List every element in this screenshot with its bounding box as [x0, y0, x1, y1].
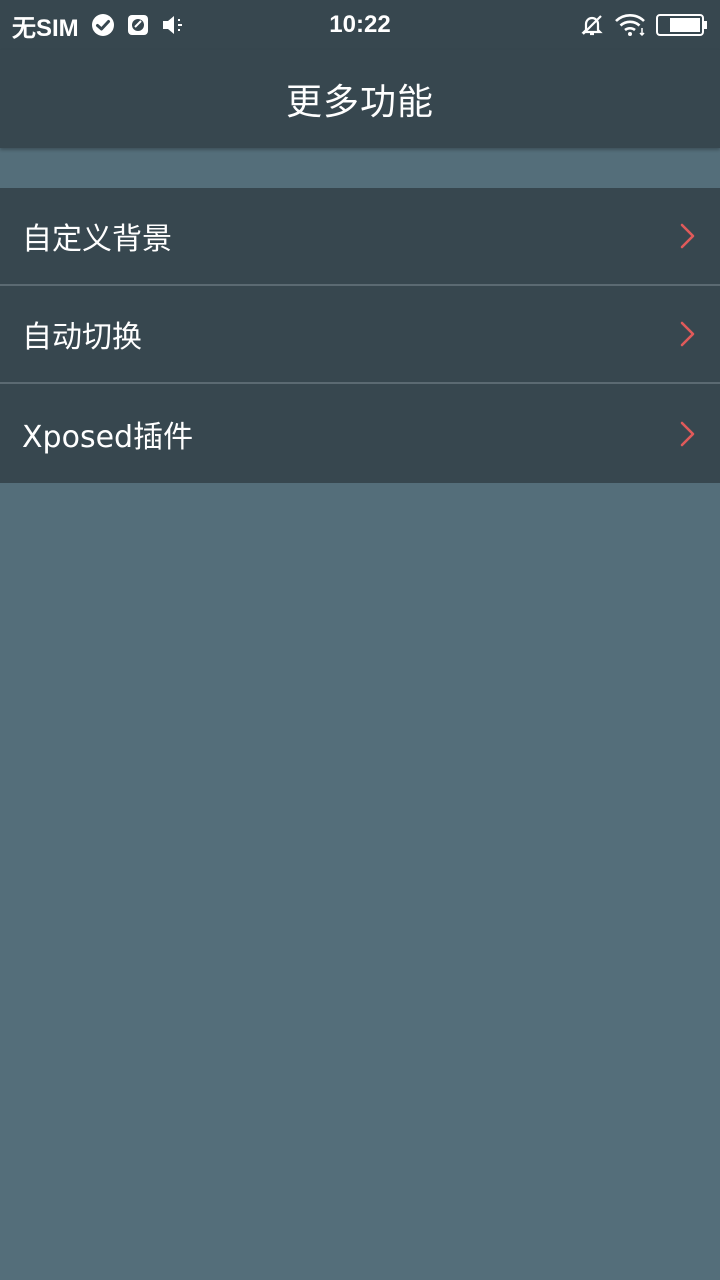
page-title: 更多功能 [285, 82, 434, 123]
menu-item-label: Xposed插件 [22, 419, 194, 455]
menu-item-label: 自定义背景 [22, 222, 172, 257]
status-left: 无SIM [12, 8, 292, 43]
wifi-icon [614, 13, 646, 37]
app-badge-icon [127, 14, 149, 36]
chevron-right-icon [680, 421, 695, 446]
clock: 10:22 [329, 11, 391, 38]
chevron-right-icon [680, 321, 695, 347]
carrier-label: 无SIM [12, 14, 79, 42]
menu-item-label: 自动切换 [22, 320, 142, 355]
status-bar: 无SIM 10:22 [0, 0, 720, 50]
menu-list: 自定义背景 自动切换 Xposed插件 [0, 188, 720, 483]
status-right [580, 13, 708, 37]
menu-item-xposed-plugin[interactable]: Xposed插件 [0, 384, 720, 483]
bell-muted-icon [580, 13, 604, 37]
chevron-right-icon [680, 223, 695, 249]
menu-item-auto-switch[interactable]: 自动切换 [0, 286, 720, 384]
menu-item-custom-background[interactable]: 自定义背景 [0, 188, 720, 286]
battery-icon [656, 13, 708, 37]
title-bar: 更多功能 [0, 50, 720, 148]
screen: 无SIM 10:22 更多功能 自定义背景 自动切换 Xposed插件 [0, 0, 720, 1280]
check-circle-icon [91, 13, 115, 37]
speaker-icon [161, 14, 187, 36]
